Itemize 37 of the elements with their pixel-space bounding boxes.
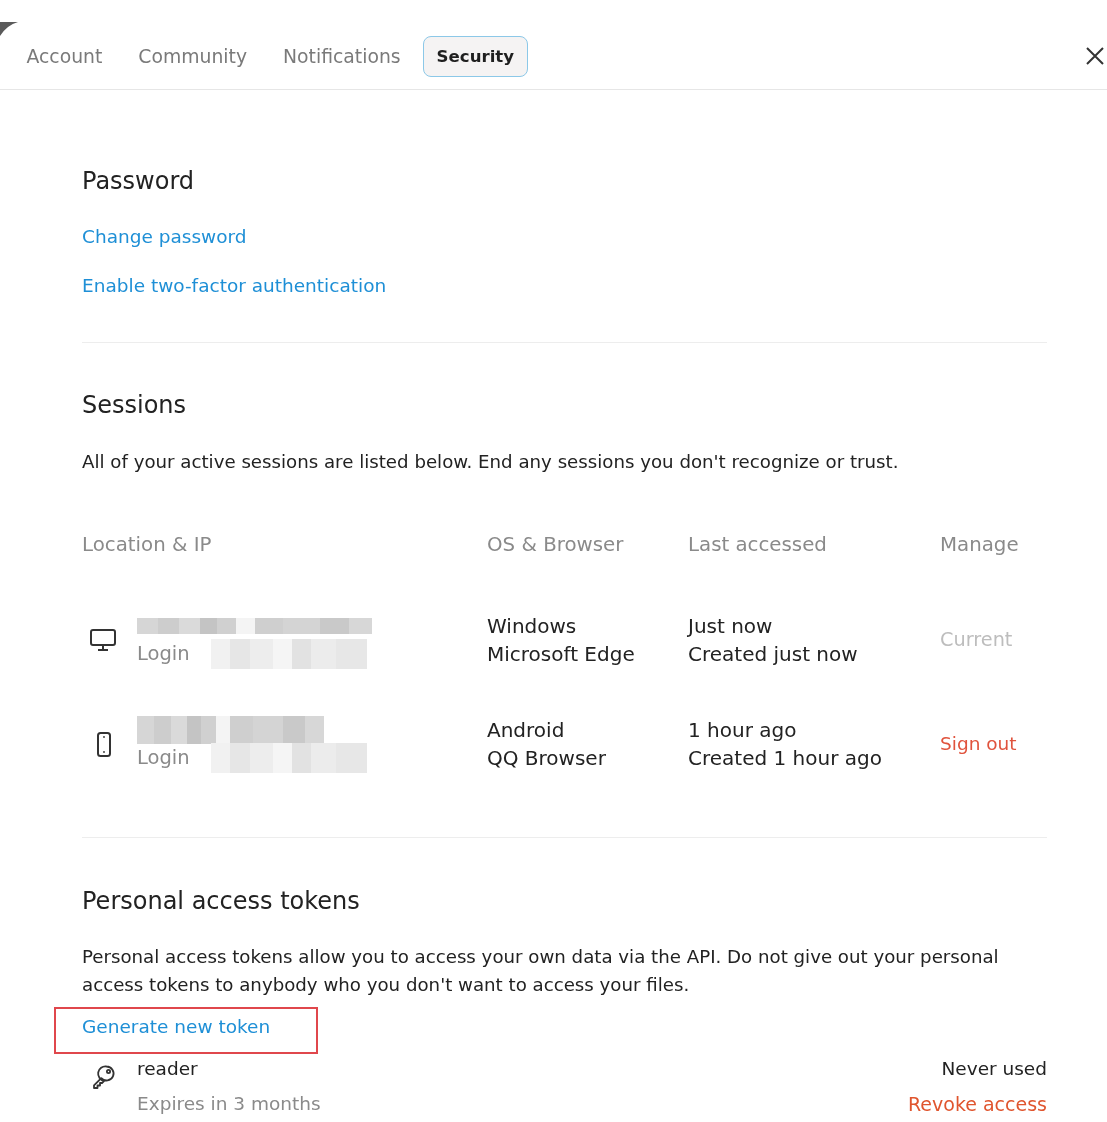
close-button[interactable] (1086, 47, 1104, 65)
link[interactable]: Enable two-factor authentication (82, 274, 387, 298)
close-icon (1086, 47, 1104, 65)
last-accessed-text: Just now (688, 613, 774, 640)
section-heading: Password (82, 167, 196, 195)
expiry-text: Expires in 3 months (137, 1092, 322, 1116)
generate-token-link[interactable]: Generate new token (82, 1015, 271, 1039)
browser-name: QQ Browser (487, 745, 607, 772)
created-text: Created just now (688, 641, 859, 668)
description-text: Personal access tokens allow you to access your own data via the API. Do not give out your personal access tokens to anybody who you don't want to access your files. (82, 945, 1000, 997)
created-text: Created 1 hour ago (688, 745, 883, 772)
column-header: Manage (940, 532, 1020, 558)
tab[interactable]: Community (124, 35, 261, 77)
last-accessed-text: 1 hour ago (688, 717, 798, 744)
section-heading: Sessions (82, 391, 188, 419)
monitor-icon (89, 629, 116, 651)
tab[interactable]: Notifications (269, 35, 415, 77)
description-text: All of your active sessions are listed below. End any sessions you don't recognize or trust. (82, 450, 900, 474)
column-header: Last accessed (688, 532, 828, 558)
login-label: Login (137, 641, 190, 667)
phone-icon (96, 731, 111, 757)
section-heading: Personal access tokens (82, 887, 361, 915)
token-name: reader (137, 1057, 199, 1081)
column-header: Location & IP (82, 532, 213, 558)
link[interactable]: Change password (82, 225, 247, 249)
os-name: Windows (487, 613, 578, 640)
revoke-access-link[interactable]: Revoke access (908, 1091, 1047, 1117)
login-label: Login (137, 745, 190, 771)
sign-out-link[interactable]: Sign out (940, 730, 1017, 758)
tab[interactable]: Security (423, 35, 528, 77)
triangle-icon (0, 22, 18, 36)
column-header: OS & Browser (487, 532, 625, 558)
browser-name: Microsoft Edge (487, 641, 636, 668)
tab[interactable]: Account (13, 35, 116, 77)
os-name: Android (487, 717, 566, 744)
usage-text: Never used (941, 1057, 1047, 1081)
current-session-label: Current (940, 627, 1013, 653)
